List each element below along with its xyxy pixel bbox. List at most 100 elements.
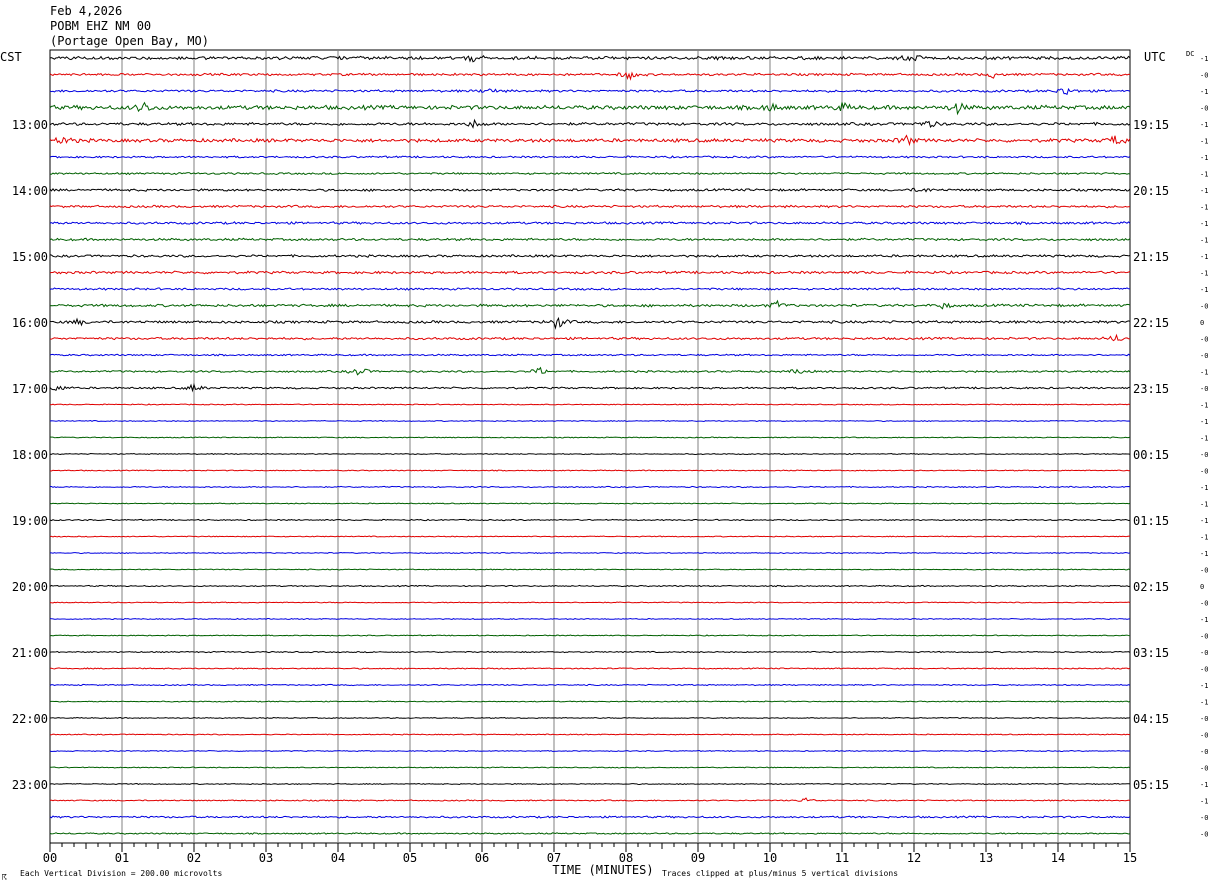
seismic-trace	[49, 366, 1131, 376]
right-timezone-label: UTC	[1144, 50, 1166, 64]
seismic-trace	[49, 683, 1131, 687]
x-tick-label: 12	[907, 851, 921, 865]
x-tick-label: 04	[331, 851, 345, 865]
dc-offset-label: -0	[1200, 732, 1208, 740]
dc-offset-label: -1	[1200, 484, 1208, 492]
dc-offset-label: -1	[1200, 550, 1208, 558]
seismic-trace	[49, 485, 1131, 489]
dc-offset-label: -0	[1200, 105, 1208, 113]
seismic-trace	[49, 237, 1131, 242]
seismic-trace	[49, 518, 1131, 522]
seismic-trace	[49, 584, 1131, 588]
seismic-trace	[49, 436, 1131, 439]
seismic-trace	[49, 253, 1131, 258]
left-hour-label: 21:00	[12, 646, 48, 660]
seismic-trace	[49, 832, 1131, 835]
dc-offset-label: -0	[1200, 303, 1208, 311]
plot-frame	[49, 49, 1131, 844]
seismic-trace	[49, 287, 1131, 291]
x-tick-label: 13	[979, 851, 993, 865]
dc-offset-label: -1	[1200, 270, 1208, 278]
x-tick-label: 02	[187, 851, 201, 865]
seismic-trace	[49, 171, 1131, 176]
dc-label: DC	[1186, 50, 1194, 58]
clip-note: Traces clipped at plus/minus 5 vertical …	[662, 869, 898, 878]
seismic-trace	[49, 601, 1131, 604]
dc-offset-label: 0	[1200, 583, 1204, 591]
seismic-trace	[49, 452, 1131, 456]
corner-mark-icon: ☈	[2, 873, 7, 882]
x-tick-label: 15	[1123, 851, 1137, 865]
seismic-trace	[49, 87, 1131, 96]
dc-offset-label: -0	[1200, 385, 1208, 393]
dc-offset-label: -1	[1200, 517, 1208, 525]
left-hour-label: 20:00	[12, 580, 48, 594]
dc-offset-label: -1	[1200, 253, 1208, 261]
seismic-trace	[49, 221, 1131, 226]
seismic-trace	[49, 101, 1131, 116]
right-hour-label: 00:15	[1133, 448, 1169, 462]
x-axis-label: TIME (MINUTES)	[552, 863, 653, 877]
seismic-trace	[49, 333, 1131, 342]
seismic-trace	[49, 469, 1131, 472]
seismic-trace	[49, 733, 1131, 736]
dc-offset-label: -1	[1200, 699, 1208, 707]
seismic-trace	[49, 502, 1131, 505]
left-timezone-label: CST	[0, 50, 22, 64]
right-hour-label: 21:15	[1133, 250, 1169, 264]
seismic-trace	[49, 782, 1131, 786]
dc-offset-label: -1	[1200, 55, 1208, 63]
dc-offset-label: -0	[1200, 666, 1208, 674]
seismic-trace	[49, 270, 1131, 275]
left-hour-label: 18:00	[12, 448, 48, 462]
dc-offset-label: -0	[1200, 765, 1208, 773]
seismic-trace	[49, 54, 1131, 63]
dc-offset-label: -0	[1200, 336, 1208, 344]
right-hour-label: 04:15	[1133, 712, 1169, 726]
seismic-trace	[49, 667, 1131, 670]
dc-offset-label: -1	[1200, 138, 1208, 146]
dc-offset-label: -1	[1200, 418, 1208, 426]
dc-offset-label: -1	[1200, 369, 1208, 377]
dc-offset-label: 0	[1200, 319, 1204, 327]
dc-offset-label: -0	[1200, 72, 1208, 80]
x-tick-label: 09	[691, 851, 705, 865]
seismic-trace	[49, 650, 1131, 654]
dc-offset-label: -1	[1200, 154, 1208, 162]
seismic-trace	[49, 716, 1131, 719]
seismic-trace	[49, 299, 1131, 310]
dc-offset-label: -0	[1200, 814, 1208, 822]
seismic-trace	[49, 316, 1131, 330]
seismic-trace	[49, 535, 1131, 538]
right-hour-label: 01:15	[1133, 514, 1169, 528]
dc-offset-label: -1	[1200, 616, 1208, 624]
dc-offset-label: -1	[1200, 204, 1208, 212]
seismic-trace	[49, 568, 1131, 571]
left-hour-label: 15:00	[12, 250, 48, 264]
dc-offset-label: -1	[1200, 187, 1208, 195]
seismic-trace	[49, 617, 1131, 621]
left-hour-label: 16:00	[12, 316, 48, 330]
seismic-trace	[49, 815, 1131, 819]
dc-offset-label: -1	[1200, 435, 1208, 443]
dc-offset-label: -0	[1200, 831, 1208, 839]
right-hour-label: 19:15	[1133, 118, 1169, 132]
dc-offset-label: -1	[1200, 220, 1208, 228]
dc-offset-label: -0	[1200, 649, 1208, 657]
dc-offset-label: -1	[1200, 88, 1208, 96]
seismic-trace	[49, 134, 1131, 147]
seismic-trace	[49, 551, 1131, 555]
x-tick-label: 01	[115, 851, 129, 865]
left-hour-label: 17:00	[12, 382, 48, 396]
dc-offset-label: -1	[1200, 402, 1208, 410]
seismic-trace	[49, 766, 1131, 769]
seismic-trace	[49, 155, 1131, 159]
seismic-trace	[49, 419, 1131, 423]
division-note: Each Vertical Division = 200.00 microvol…	[20, 869, 222, 878]
dc-offset-label: -0	[1200, 715, 1208, 723]
seismic-trace	[49, 118, 1131, 129]
seismic-trace	[49, 700, 1131, 703]
seismic-trace	[49, 187, 1131, 193]
seismic-trace	[49, 797, 1131, 802]
dc-offset-label: -1	[1200, 534, 1208, 542]
